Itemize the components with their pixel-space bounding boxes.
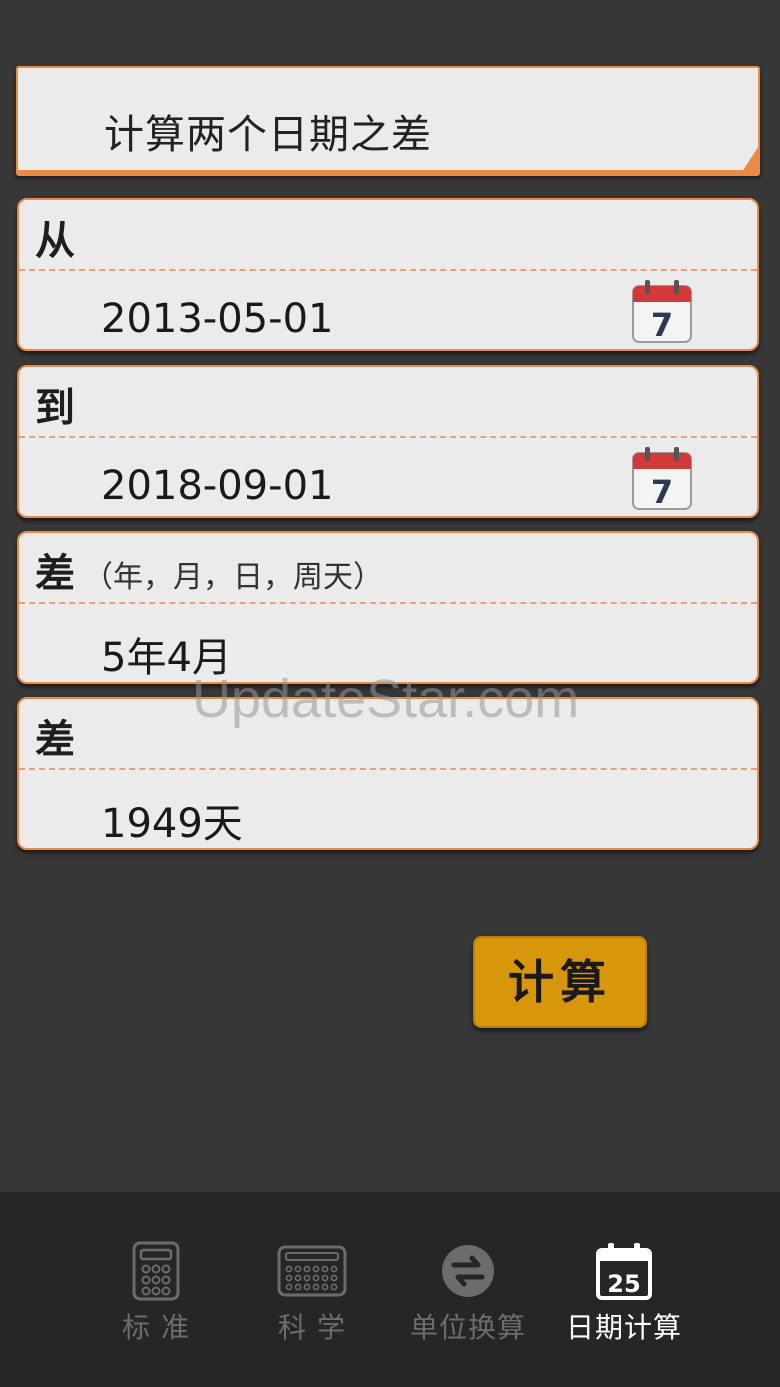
to-date-card: 到 2018-09-01 7 bbox=[17, 365, 759, 518]
tab-unit-conversion[interactable]: 单位换算 bbox=[390, 1240, 546, 1346]
calendar-picker-icon[interactable]: 7 bbox=[631, 278, 693, 344]
from-date-card: 从 2013-05-01 7 bbox=[17, 198, 759, 351]
from-label: 从 bbox=[35, 218, 75, 264]
calendar-icon-day: 7 bbox=[651, 473, 673, 511]
calculator-icon bbox=[132, 1241, 180, 1301]
diff-ymd-card: 差（年，月，日，周天） 5年4月 bbox=[17, 531, 759, 684]
tab-scientific[interactable]: 科 学 bbox=[234, 1240, 390, 1346]
divider bbox=[19, 269, 757, 271]
scientific-keypad-icon bbox=[277, 1245, 347, 1297]
tab-standard[interactable]: 标 准 bbox=[78, 1240, 234, 1346]
diff-ymd-sublabel: （年，月，日，周天） bbox=[83, 560, 383, 595]
tab-date-calculation[interactable]: 25 日期计算 bbox=[546, 1240, 702, 1346]
diff-ymd-label-row: 差（年，月，日，周天） bbox=[35, 541, 383, 599]
bottom-tab-bar: 标 准 科 学 单位换算 25 日期计算 bbox=[0, 1192, 780, 1387]
page-title: 计算两个日期之差 bbox=[104, 112, 432, 158]
to-label: 到 bbox=[35, 385, 75, 431]
title-banner: 计算两个日期之差 bbox=[16, 66, 760, 176]
swap-arrows-icon bbox=[442, 1245, 494, 1297]
tab-label: 科 学 bbox=[278, 1311, 346, 1344]
divider bbox=[19, 768, 757, 770]
tab-label: 日期计算 bbox=[565, 1311, 682, 1344]
diff-ymd-label: 差 bbox=[35, 551, 75, 597]
watermark: UpdateStar.com bbox=[192, 669, 580, 729]
to-date-value[interactable]: 2018-09-01 bbox=[101, 463, 333, 509]
divider bbox=[19, 602, 757, 604]
diff-days-value: 1949天 bbox=[101, 801, 243, 847]
calculate-button[interactable]: 计算 bbox=[473, 936, 647, 1028]
tab-label: 标 准 bbox=[122, 1311, 190, 1344]
calendar-icon: 25 bbox=[596, 1243, 652, 1300]
diff-days-label: 差 bbox=[35, 717, 75, 763]
title-corner-decoration bbox=[742, 144, 760, 172]
calendar-picker-icon[interactable]: 7 bbox=[631, 445, 693, 511]
calendar-icon-day: 7 bbox=[651, 306, 673, 344]
calendar-icon-number: 25 bbox=[607, 1270, 640, 1298]
tab-label: 单位换算 bbox=[409, 1311, 526, 1344]
divider bbox=[19, 436, 757, 438]
from-date-value[interactable]: 2013-05-01 bbox=[101, 296, 333, 342]
